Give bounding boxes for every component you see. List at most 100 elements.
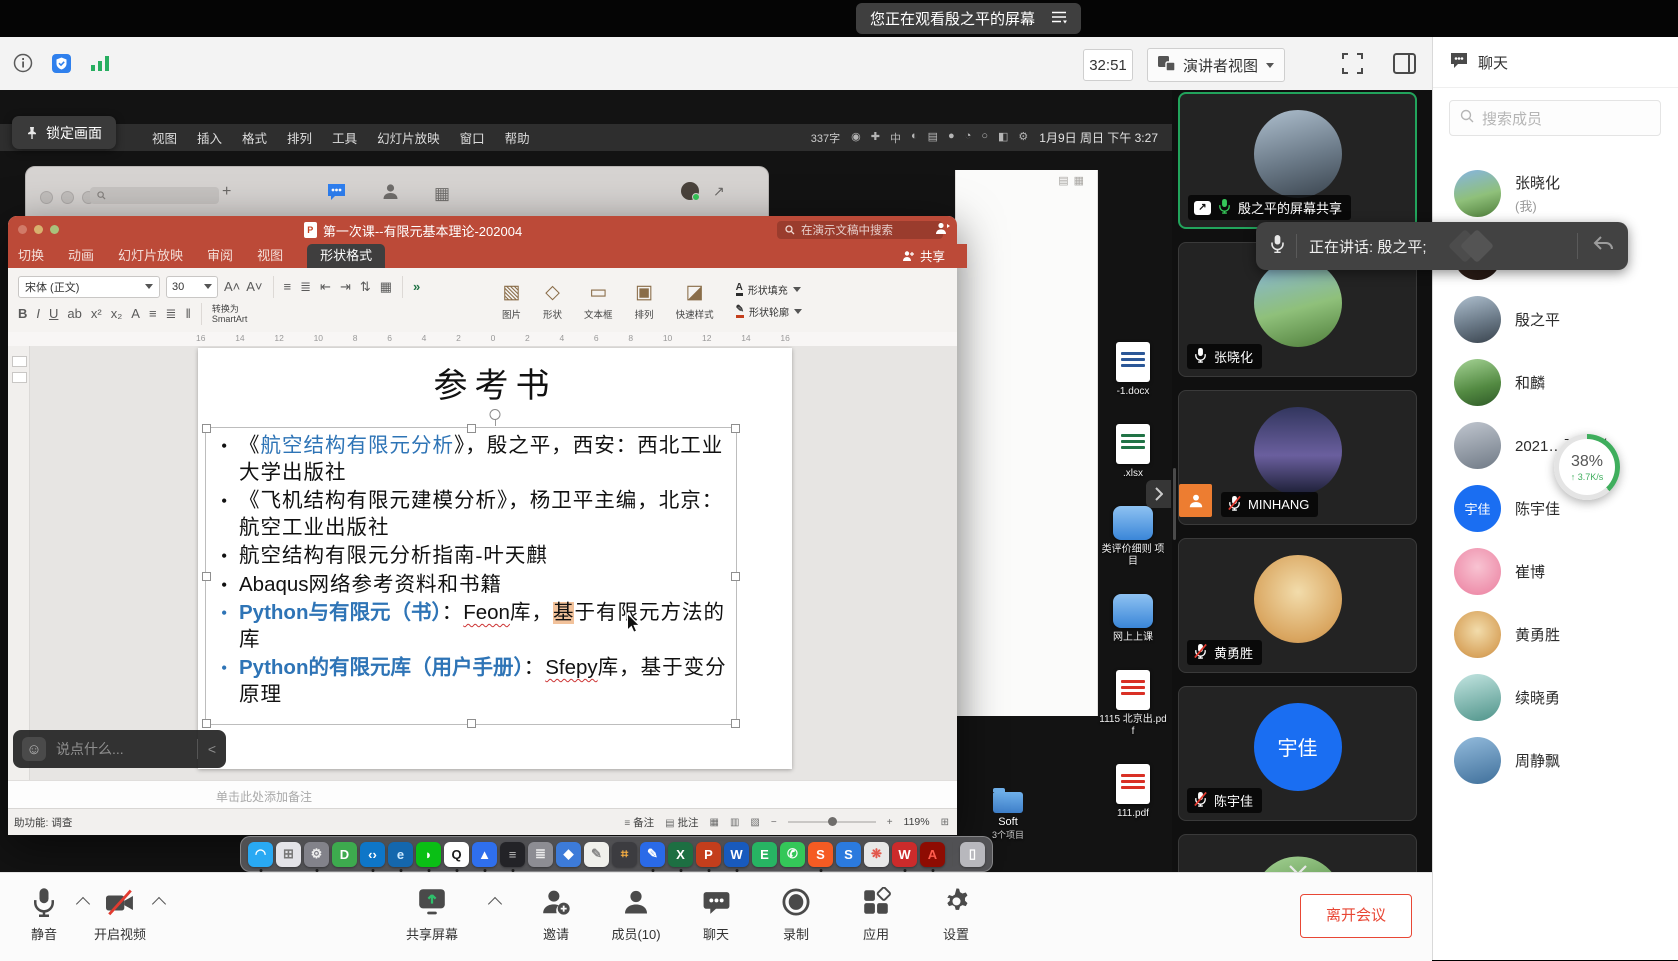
sorter-view-icon[interactable]: ▥ [730, 817, 739, 828]
dock-edge-browser-icon[interactable]: e [388, 842, 413, 867]
dock-blue-s-app-icon[interactable]: S [836, 842, 861, 867]
caret-up-icon[interactable] [76, 897, 90, 911]
desktop-file-5[interactable]: 111.pdf [1098, 764, 1168, 820]
ribbon-group-形状[interactable]: ◇形状 [543, 281, 562, 321]
comments-toggle-button[interactable]: ▤ 批注 [665, 815, 698, 830]
ppt-tab-0[interactable]: 切换 [18, 244, 44, 268]
dock-dictionary-icon[interactable]: D [332, 842, 357, 867]
settings-icon[interactable]: ⚙ [1018, 130, 1028, 146]
menu-item-0[interactable]: 视图 [152, 128, 177, 147]
zoom-in-icon[interactable]: + [887, 817, 893, 828]
zoom-out-icon[interactable]: − [771, 817, 777, 828]
dock-sogou-input-icon[interactable]: S [808, 842, 833, 867]
slide-bullet-3[interactable]: Abaqus网络参考资料和书籍 [214, 572, 734, 599]
toolbar-camera-off-button[interactable]: 开启视频 [92, 887, 148, 943]
font-style-icon-3[interactable]: ab [67, 306, 81, 322]
layout-menu-icon[interactable] [1051, 10, 1067, 28]
font-style-icon-8[interactable]: ≣ [166, 306, 177, 322]
paragraph-icon-1[interactable]: ≣ [300, 279, 311, 295]
desktop-file-0[interactable]: -1.docx [1098, 342, 1168, 398]
circle-icon[interactable]: ○ [981, 130, 988, 146]
ppt-traffic-lights[interactable] [18, 225, 59, 234]
toolbar-apps-button[interactable]: 应用 [848, 887, 904, 943]
slide-bullet-4[interactable]: Python与有限元（书）：Feon库，基于有限元方法的库 [214, 600, 734, 653]
dock-evernote-icon[interactable]: E [752, 842, 777, 867]
member-row[interactable]: 崔博 [1454, 548, 1678, 595]
font-style-icon-6[interactable]: A [131, 306, 140, 322]
paragraph-icon-4[interactable]: ⇅ [360, 279, 371, 295]
ribbon-group-文本框[interactable]: ▭文本框 [584, 281, 613, 321]
font-style-icon-0[interactable]: B [18, 306, 27, 322]
notes-toggle-button[interactable]: ≡ 备注 [624, 815, 654, 830]
shape-fill-button[interactable]: A形状填充 [736, 282, 802, 297]
toolbar-record-button[interactable]: 录制 [768, 887, 824, 943]
slideshow-view-icon[interactable]: ▧ [750, 817, 759, 828]
fullscreen-icon[interactable] [1340, 51, 1365, 81]
slide[interactable]: 参考书 《航空结构有限元分析》，殷之平，西安：西北工业大学出版社《飞机结构有限元… [198, 348, 792, 769]
slide-title[interactable]: 参考书 [198, 358, 792, 407]
member-row[interactable]: 张晓化(我) [1454, 170, 1678, 217]
dock-security-icon[interactable]: ◆ [556, 842, 581, 867]
normal-view-icon[interactable]: ▦ [709, 817, 718, 828]
ppt-tab-1[interactable]: 动画 [68, 244, 94, 268]
font-style-icon-4[interactable]: x² [91, 306, 102, 322]
paragraph-icon-5[interactable]: ▦ [380, 279, 392, 295]
desktop-file-1[interactable]: .xlsx [1098, 424, 1168, 480]
record-dot-icon[interactable]: ◉ [851, 130, 861, 146]
ppt-share-user-icon[interactable] [935, 221, 951, 241]
paragraph-icon-2[interactable]: ⇤ [320, 279, 331, 295]
dock-notes-dark-icon[interactable]: ≡ [500, 842, 525, 867]
window-traffic-lights[interactable] [40, 191, 95, 204]
caret-up-icon[interactable] [488, 897, 502, 911]
member-row[interactable]: 和麟 [1454, 359, 1678, 406]
ppt-search-field[interactable]: 在演示文稿中搜索 [777, 221, 943, 239]
zoom-slider[interactable] [788, 821, 876, 823]
input-method-badge[interactable]: 中 [890, 130, 901, 146]
security-shield-icon[interactable] [51, 53, 72, 79]
ppt-tab-3[interactable]: 审阅 [207, 244, 233, 268]
font-style-icon-9[interactable]: ‖ [185, 306, 190, 322]
ppt-share-button[interactable]: 共享 [902, 246, 945, 265]
font-name-selector[interactable]: 宋体 (正文) [18, 276, 160, 298]
reply-arrow-icon[interactable] [1592, 235, 1614, 257]
dock-finder-icon[interactable]: ◠ [248, 842, 273, 867]
toolbar-share-screen-button[interactable]: 共享屏幕 [404, 887, 460, 943]
notes-icon[interactable]: ▤ [928, 130, 938, 146]
side-panel-toggle-icon[interactable] [1392, 51, 1417, 81]
quickbar-collapse-icon[interactable]: < [198, 741, 226, 757]
expand-icon[interactable]: ↗ [713, 183, 725, 200]
menu-bar-clock[interactable]: 1月9日 周日 下午 3:27 [1039, 129, 1158, 146]
font-style-icon-2[interactable]: U [49, 306, 58, 322]
video-tile-黄勇胜[interactable]: 黄勇胜 [1178, 538, 1417, 673]
font-size-selector[interactable]: 30 [166, 276, 218, 298]
view-mode-selector[interactable]: 演讲者视图 [1147, 48, 1285, 82]
menu-item-6[interactable]: 窗口 [460, 128, 485, 147]
slide-thumbnail-panel[interactable] [8, 346, 30, 780]
video-tile-more[interactable] [1178, 834, 1417, 872]
dock-powerpoint-icon[interactable]: P [696, 842, 721, 867]
dock-phone-app-icon[interactable]: ✆ [780, 842, 805, 867]
dock-wechat-icon[interactable]: ◗ [416, 842, 441, 867]
video-tile-陈宇佳[interactable]: 宇佳陈宇佳 [1178, 686, 1417, 821]
dock-mountain-app-icon[interactable]: ▲ [472, 842, 497, 867]
ribbon-group-快速样式[interactable]: ◪快速样式 [676, 281, 714, 321]
watching-screen-pill[interactable]: 您正在观看殷之平的屏幕 [856, 3, 1081, 34]
desktop-folder-soft[interactable]: Soft 3个项目 [984, 792, 1032, 841]
dot-icon[interactable]: ● [948, 130, 955, 146]
member-row[interactable]: 续晓勇 [1454, 674, 1678, 721]
emoji-icon[interactable]: ☺ [22, 737, 46, 761]
dock-trash-icon[interactable]: ▯ [960, 842, 985, 867]
add-tab-icon[interactable]: + [222, 183, 231, 201]
leave-meeting-button[interactable]: 离开会议 [1300, 894, 1412, 938]
lock-screen-tooltip[interactable]: 锁定画面 [12, 116, 116, 149]
smartart-icon[interactable]: » [413, 279, 420, 294]
rotate-handle[interactable] [490, 409, 501, 420]
desktop-file-3[interactable]: 网上上课 [1098, 594, 1168, 644]
desktop-file-2[interactable]: 类评价细则 项目 [1098, 506, 1168, 568]
display-icon[interactable]: ◐ [911, 130, 918, 146]
window-search-field[interactable] [90, 187, 219, 204]
collapse-tiles-icon[interactable] [1289, 863, 1307, 872]
font-style-icon-7[interactable]: ≡ [149, 306, 157, 322]
strip-collapse-button[interactable] [1146, 480, 1171, 508]
ppt-tab-2[interactable]: 幻灯片放映 [118, 244, 183, 268]
